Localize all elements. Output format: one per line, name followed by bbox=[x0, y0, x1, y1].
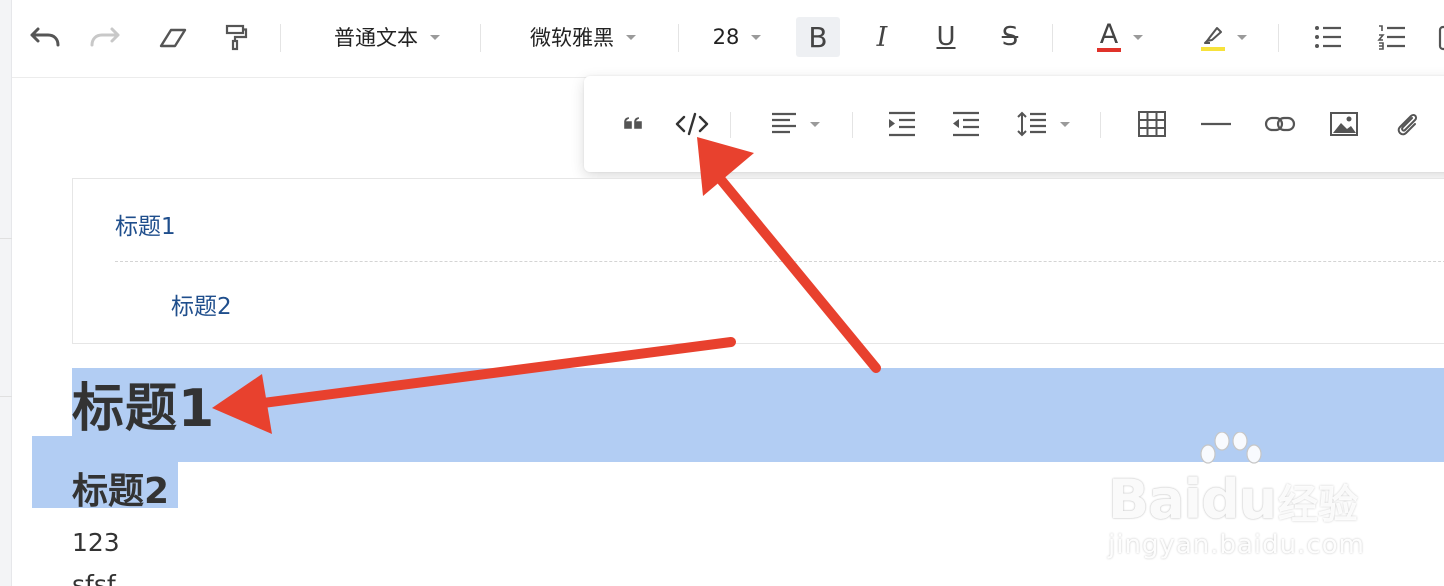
checkbox-icon bbox=[1438, 25, 1444, 51]
highlighter-icon bbox=[1201, 23, 1225, 51]
editor-toolbar: 普通文本 微软雅黑 28 B I U S A bbox=[12, 0, 1444, 78]
quote-icon bbox=[624, 117, 642, 129]
redo-icon bbox=[90, 27, 120, 47]
strikethrough-icon: S bbox=[1001, 22, 1019, 52]
document-heading1[interactable]: 标题1 bbox=[72, 366, 215, 441]
watermark-url: jingyan.baidu.com bbox=[1108, 530, 1365, 560]
indent-button[interactable] bbox=[882, 108, 922, 140]
bullet-list-icon bbox=[1315, 26, 1341, 48]
insert-table-button[interactable] bbox=[1132, 108, 1172, 140]
numbered-list-button[interactable] bbox=[1372, 18, 1412, 56]
code-icon bbox=[675, 112, 709, 136]
align-left-icon bbox=[772, 112, 796, 134]
indent-icon bbox=[889, 111, 915, 137]
checklist-button[interactable] bbox=[1432, 18, 1444, 56]
toc-item-heading1[interactable]: 标题1 bbox=[115, 207, 176, 241]
left-strip-divider bbox=[0, 238, 12, 239]
chevron-down-icon bbox=[810, 121, 820, 127]
text-selection bbox=[32, 436, 72, 462]
insert-image-button[interactable] bbox=[1324, 108, 1364, 140]
left-panel-strip bbox=[0, 0, 12, 586]
paragraph-style-dropdown[interactable]: 普通文本 bbox=[312, 18, 462, 56]
insert-link-button[interactable] bbox=[1260, 108, 1300, 140]
chevron-down-icon bbox=[1237, 34, 1247, 40]
font-family-dropdown[interactable]: 微软雅黑 bbox=[508, 18, 658, 56]
font-color-swatch bbox=[1097, 48, 1121, 52]
font-color-letter: A bbox=[1099, 19, 1119, 50]
table-icon bbox=[1138, 111, 1166, 137]
bullet-list-button[interactable] bbox=[1308, 18, 1348, 56]
outdent-button[interactable] bbox=[946, 108, 986, 140]
numbered-list-icon bbox=[1377, 25, 1405, 50]
undo-button[interactable] bbox=[24, 18, 64, 56]
paperclip-icon bbox=[1397, 113, 1418, 136]
chevron-down-icon bbox=[626, 34, 636, 40]
text-selection bbox=[72, 368, 1444, 462]
font-color-icon: A bbox=[1097, 19, 1121, 52]
line-height-icon bbox=[1017, 111, 1046, 137]
redo-button[interactable] bbox=[86, 18, 126, 56]
toc-item-heading2[interactable]: 标题2 bbox=[171, 287, 232, 321]
underline-button[interactable]: U bbox=[926, 18, 966, 56]
line-height-dropdown[interactable] bbox=[1008, 108, 1078, 140]
font-size-label: 28 bbox=[712, 25, 740, 49]
floating-toolbar bbox=[584, 76, 1444, 172]
left-strip-divider bbox=[0, 396, 12, 397]
chevron-down-icon bbox=[430, 34, 440, 40]
bold-icon: B bbox=[808, 20, 828, 54]
font-size-dropdown[interactable]: 28 bbox=[702, 18, 772, 56]
toolbar-divider bbox=[480, 24, 481, 52]
toolbar-divider bbox=[730, 112, 731, 138]
watermark-brand: Baidu bbox=[1108, 468, 1277, 531]
eraser-icon bbox=[159, 28, 187, 48]
attachment-button[interactable] bbox=[1388, 108, 1428, 140]
toolbar-divider bbox=[280, 24, 281, 52]
code-block-button[interactable] bbox=[672, 108, 712, 140]
italic-icon: I bbox=[876, 21, 888, 53]
format-painter-button[interactable] bbox=[218, 18, 254, 56]
watermark-brand-cn: 经验 bbox=[1278, 482, 1358, 528]
highlight-color-swatch bbox=[1201, 47, 1225, 51]
font-color-dropdown[interactable]: A bbox=[1082, 18, 1158, 56]
toolbar-divider bbox=[1278, 24, 1279, 52]
toolbar-divider bbox=[678, 24, 679, 52]
toc-divider bbox=[115, 261, 1444, 262]
toolbar-divider bbox=[1100, 112, 1101, 138]
chevron-down-icon bbox=[751, 34, 762, 40]
document-paragraph[interactable]: sfsf bbox=[72, 570, 116, 586]
horizontal-rule-icon bbox=[1201, 122, 1231, 126]
table-of-contents: 标题1 标题2 bbox=[72, 178, 1444, 344]
document-paragraph[interactable]: 123 bbox=[72, 528, 120, 557]
link-icon bbox=[1264, 116, 1296, 132]
toolbar-divider bbox=[852, 112, 853, 138]
document-heading2[interactable]: 标题2 bbox=[72, 462, 169, 514]
undo-icon bbox=[30, 27, 60, 47]
chevron-down-icon bbox=[1060, 121, 1070, 127]
horizontal-rule-button[interactable] bbox=[1196, 108, 1236, 140]
blockquote-button[interactable] bbox=[618, 108, 650, 140]
marker-icon bbox=[1204, 27, 1222, 44]
outdent-icon bbox=[953, 111, 979, 137]
format-painter-icon bbox=[225, 24, 248, 51]
italic-button[interactable]: I bbox=[862, 18, 902, 56]
bold-button[interactable]: B bbox=[796, 17, 840, 57]
underline-icon: U bbox=[936, 22, 956, 52]
font-family-label: 微软雅黑 bbox=[530, 26, 614, 50]
toolbar-divider bbox=[1052, 24, 1053, 52]
image-icon bbox=[1330, 112, 1358, 136]
highlight-color-dropdown[interactable] bbox=[1186, 18, 1262, 56]
paragraph-style-label: 普通文本 bbox=[334, 26, 418, 50]
chevron-down-icon bbox=[1133, 34, 1143, 40]
clear-format-button[interactable] bbox=[154, 18, 192, 56]
align-dropdown[interactable] bbox=[760, 108, 830, 140]
strikethrough-button[interactable]: S bbox=[990, 18, 1030, 56]
